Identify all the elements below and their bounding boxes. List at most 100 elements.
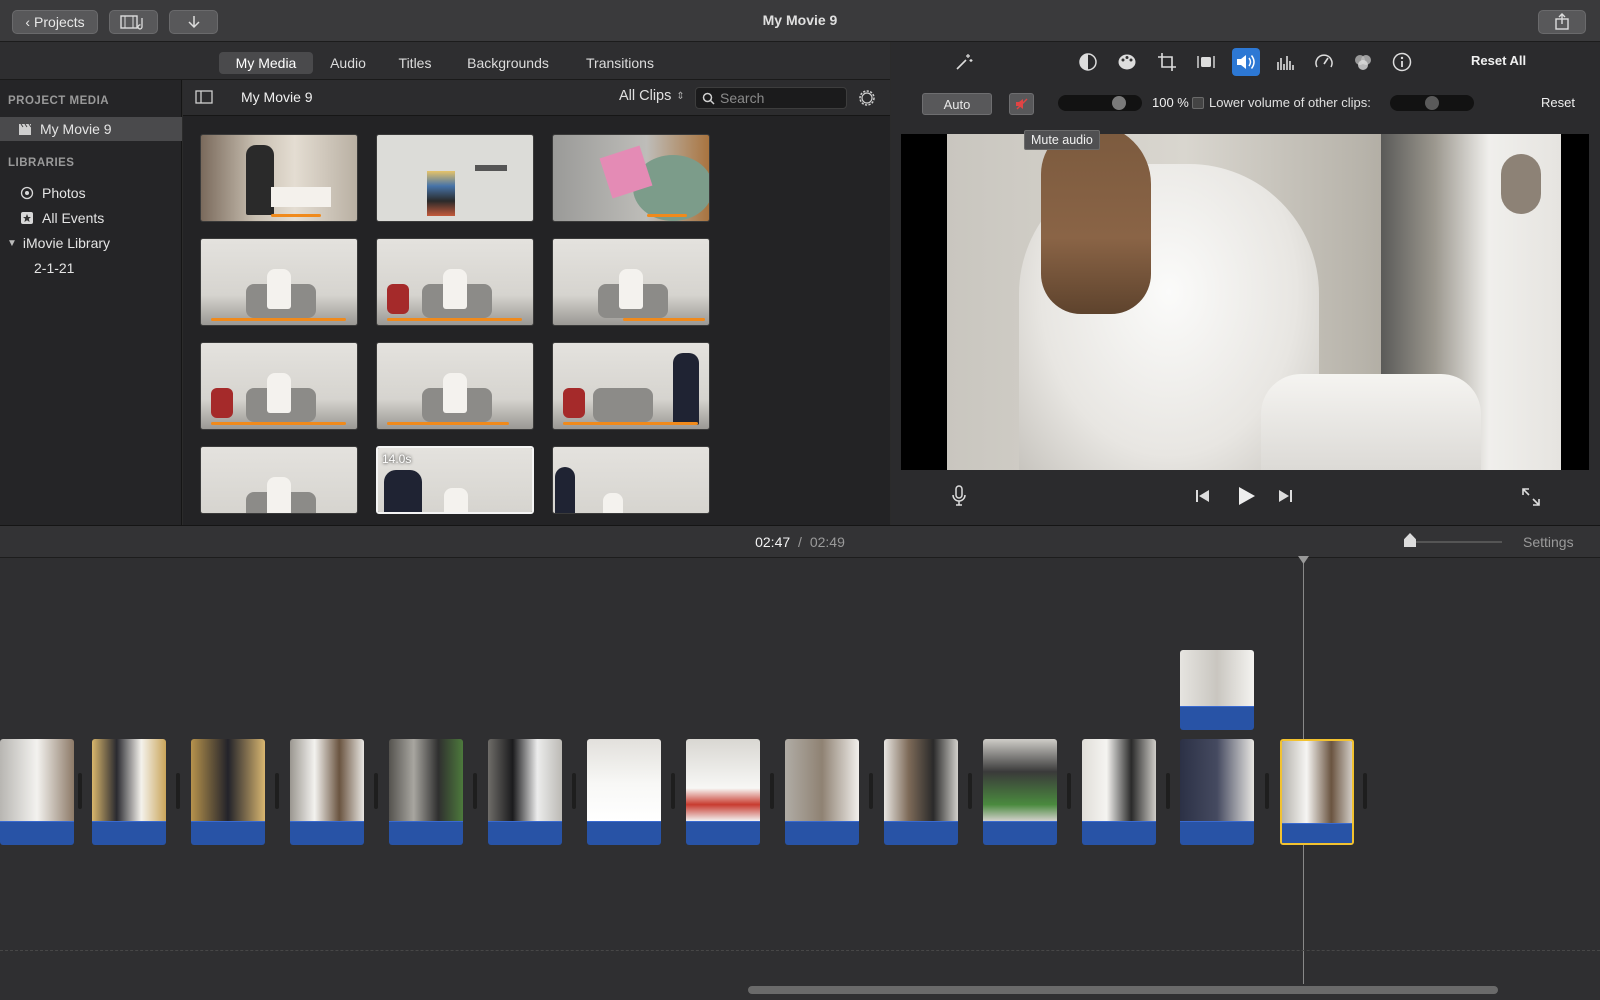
media-clip-thumbnail[interactable] — [376, 238, 534, 326]
timeline-clip[interactable] — [587, 739, 661, 845]
clapper-icon — [19, 123, 32, 135]
timeline-clip[interactable] — [290, 739, 364, 845]
lower-volume-slider-knob[interactable] — [1425, 96, 1439, 110]
tab-my-media[interactable]: My Media — [219, 52, 313, 74]
auto-button[interactable]: Auto — [922, 93, 992, 115]
gear-icon[interactable] — [857, 88, 877, 108]
clips-filter-label: All Clips — [619, 88, 672, 104]
timeline-clip[interactable] — [0, 739, 74, 845]
volume-icon[interactable] — [1232, 48, 1260, 76]
media-clip-thumbnail[interactable] — [200, 446, 358, 514]
play-icon[interactable] — [1234, 484, 1258, 508]
color-palette-icon[interactable] — [1114, 50, 1140, 74]
transition-handle[interactable] — [671, 773, 675, 809]
sidebar-item-all-events[interactable]: All Events — [0, 206, 182, 230]
media-clip-thumbnail[interactable] — [200, 342, 358, 430]
sidebar-item-imovie-library[interactable]: ▼ iMovie Library — [0, 231, 182, 255]
media-clip-thumbnail[interactable] — [552, 134, 710, 222]
fullscreen-icon[interactable] — [1521, 487, 1541, 507]
lower-volume-checkbox[interactable] — [1192, 97, 1204, 109]
timeline-clip[interactable] — [92, 739, 166, 845]
skip-forward-icon[interactable] — [1276, 487, 1294, 505]
transition-handle[interactable] — [1363, 773, 1367, 809]
photos-flower-icon — [20, 186, 34, 200]
reset-button[interactable]: Reset — [1541, 95, 1575, 110]
info-icon[interactable] — [1389, 50, 1415, 74]
sidebar-item-event-2-1-21[interactable]: 2-1-21 — [0, 256, 182, 280]
timeline-clip[interactable] — [983, 739, 1057, 845]
tab-audio[interactable]: Audio — [322, 52, 374, 74]
media-clip-thumbnail-hovered[interactable]: 14.0s — [376, 446, 534, 514]
volume-slider-knob[interactable] — [1112, 96, 1127, 110]
skip-back-icon[interactable] — [1194, 487, 1212, 505]
mute-audio-button[interactable] — [1009, 93, 1034, 115]
connected-clip[interactable] — [1180, 650, 1254, 730]
color-balance-icon[interactable] — [1075, 50, 1101, 74]
transition-handle[interactable] — [1166, 773, 1170, 809]
lower-volume-slider[interactable] — [1390, 95, 1474, 111]
timeline-clip[interactable] — [191, 739, 265, 845]
media-clip-thumbnail[interactable] — [552, 238, 710, 326]
timeline-clip[interactable] — [1180, 739, 1254, 845]
transition-handle[interactable] — [1067, 773, 1071, 809]
sidebar-item-my-movie[interactable]: My Movie 9 — [0, 117, 182, 141]
share-icon — [1555, 13, 1569, 30]
clips-filter-popup[interactable]: All Clips ⇕ — [619, 88, 685, 104]
sidebar-item-label: Photos — [42, 185, 86, 201]
tab-transitions[interactable]: Transitions — [575, 52, 665, 74]
window-title: My Movie 9 — [762, 12, 838, 28]
transition-handle[interactable] — [1265, 773, 1269, 809]
transition-handle[interactable] — [176, 773, 180, 809]
media-clip-thumbnail[interactable] — [376, 134, 534, 222]
video-filter-icon[interactable] — [1350, 50, 1376, 74]
sidebar-item-label: My Movie 9 — [40, 121, 112, 137]
stabilization-camera-icon[interactable] — [1193, 50, 1219, 74]
media-clip-thumbnail[interactable] — [552, 342, 710, 430]
adjustments-toolbar: Reset All — [891, 42, 1600, 82]
disclosure-triangle-icon[interactable]: ▼ — [7, 238, 17, 249]
media-clip-thumbnail[interactable] — [200, 238, 358, 326]
crop-icon[interactable] — [1154, 50, 1180, 74]
timeline-scrollbar[interactable] — [748, 986, 1498, 994]
timeline-clip[interactable] — [488, 739, 562, 845]
transition-handle[interactable] — [770, 773, 774, 809]
transition-handle[interactable] — [473, 773, 477, 809]
media-clip-thumbnail[interactable] — [376, 342, 534, 430]
volume-percent: 100 % — [1152, 95, 1189, 110]
updown-chevron-icon: ⇕ — [676, 90, 685, 102]
media-clip-thumbnail[interactable] — [552, 446, 710, 514]
mute-audio-tooltip: Mute audio — [1024, 130, 1100, 150]
reset-all-button[interactable]: Reset All — [1471, 53, 1526, 68]
sidebar-toggle-icon[interactable] — [195, 90, 213, 104]
volume-slider[interactable] — [1058, 95, 1142, 111]
timeline-clip[interactable] — [884, 739, 958, 845]
lower-volume-label: Lower volume of other clips: — [1209, 95, 1371, 110]
transition-handle[interactable] — [374, 773, 378, 809]
media-clip-thumbnail[interactable] — [200, 134, 358, 222]
timeline-clip[interactable] — [1082, 739, 1156, 845]
timeline-clip[interactable] — [686, 739, 760, 845]
transition-handle[interactable] — [968, 773, 972, 809]
playhead-handle[interactable] — [1298, 556, 1309, 564]
sidebar-item-photos[interactable]: Photos — [0, 181, 182, 205]
share-button[interactable] — [1538, 10, 1586, 34]
tab-backgrounds[interactable]: Backgrounds — [459, 52, 557, 74]
microphone-icon[interactable] — [951, 484, 967, 508]
timeline-clip[interactable] — [389, 739, 463, 845]
equalizer-icon[interactable] — [1272, 50, 1298, 74]
volume-controls: Auto 100 % Lower volume of other clips: … — [891, 82, 1600, 122]
search-input[interactable]: Search — [695, 87, 847, 109]
timeline-clip[interactable] — [785, 739, 859, 845]
timeline-header: 02:47 / 02:49 Settings — [0, 525, 1600, 558]
viewer-panel: Reset All Auto 100 % Lower volume of oth… — [891, 42, 1600, 525]
timeline-settings-button[interactable]: Settings — [1523, 534, 1574, 550]
transition-handle[interactable] — [275, 773, 279, 809]
magic-wand-icon[interactable] — [951, 50, 977, 74]
zoom-slider[interactable] — [1410, 541, 1502, 543]
transition-handle[interactable] — [572, 773, 576, 809]
timeline-clip-selected[interactable] — [1280, 739, 1354, 845]
tab-titles[interactable]: Titles — [390, 52, 440, 74]
transition-handle[interactable] — [78, 773, 82, 809]
transition-handle[interactable] — [869, 773, 873, 809]
speedometer-icon[interactable] — [1311, 50, 1337, 74]
